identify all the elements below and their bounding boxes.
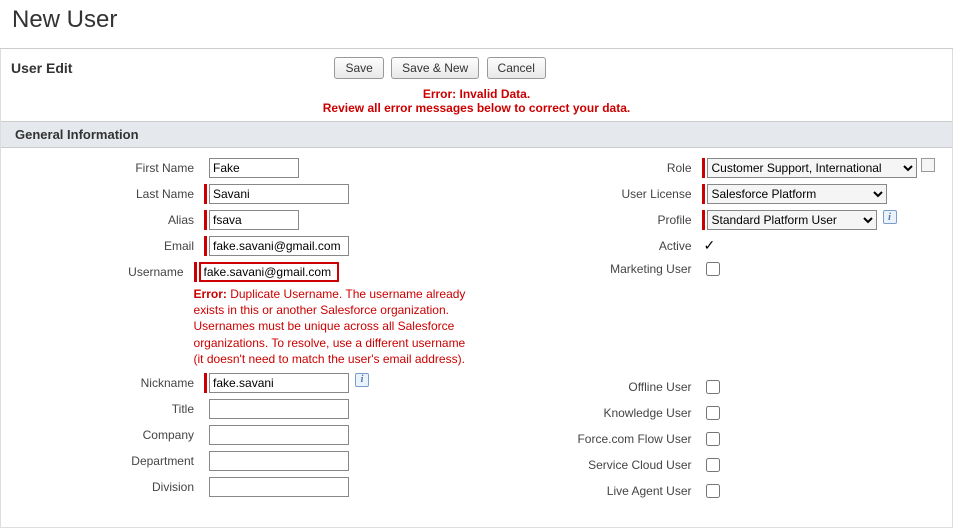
department-input[interactable] (209, 451, 349, 471)
last-name-label: Last Name (9, 184, 204, 201)
page-title: New User (0, 0, 953, 49)
section-general-info: General Information (1, 121, 952, 148)
required-bar (194, 262, 197, 282)
save-new-button[interactable]: Save & New (391, 57, 479, 79)
knowledge-user-checkbox[interactable] (706, 406, 720, 420)
liveagent-user-label: Live Agent User (477, 481, 702, 498)
lookup-icon[interactable] (921, 158, 935, 172)
email-input[interactable] (209, 236, 349, 256)
first-name-input[interactable] (209, 158, 299, 178)
required-bar (204, 373, 207, 393)
error-banner: Error: Invalid Data. Review all error me… (1, 85, 952, 121)
license-label: User License (477, 184, 702, 201)
company-input[interactable] (209, 425, 349, 445)
username-input[interactable] (199, 262, 339, 282)
flow-user-label: Force.com Flow User (477, 429, 702, 446)
knowledge-user-label: Knowledge User (477, 403, 702, 420)
flow-user-checkbox[interactable] (706, 432, 720, 446)
profile-label: Profile (477, 210, 702, 227)
service-user-label: Service Cloud User (477, 455, 702, 472)
last-name-input[interactable] (209, 184, 349, 204)
offline-user-label: Offline User (477, 377, 702, 394)
check-icon: ✓ (702, 236, 716, 252)
info-icon[interactable]: i (355, 373, 369, 387)
required-bar (702, 184, 705, 204)
alias-input[interactable] (209, 210, 299, 230)
nickname-label: Nickname (9, 373, 204, 390)
first-name-label: First Name (9, 158, 204, 175)
required-bar (702, 158, 705, 178)
department-label: Department (9, 451, 204, 468)
username-error: Error: Duplicate Username. The username … (194, 282, 477, 367)
save-button[interactable]: Save (334, 57, 383, 79)
email-label: Email (9, 236, 204, 253)
license-select[interactable]: Salesforce Platform (707, 184, 887, 204)
role-select[interactable]: Customer Support, International (707, 158, 917, 178)
required-bar (204, 184, 207, 204)
nickname-input[interactable] (209, 373, 349, 393)
division-label: Division (9, 477, 204, 494)
division-input[interactable] (209, 477, 349, 497)
cancel-button[interactable]: Cancel (487, 57, 546, 79)
profile-select[interactable]: Standard Platform User (707, 210, 877, 230)
panel-title: User Edit (11, 60, 72, 76)
required-bar (702, 210, 705, 230)
title-label: Title (9, 399, 204, 416)
error-line1: Error: Invalid Data. (1, 87, 952, 101)
username-label: Username (9, 262, 194, 279)
company-label: Company (9, 425, 204, 442)
offline-user-checkbox[interactable] (706, 380, 720, 394)
service-user-checkbox[interactable] (706, 458, 720, 472)
right-column: Role Customer Support, International Use… (477, 158, 945, 507)
error-line2: Review all error messages below to corre… (1, 101, 952, 115)
required-bar (204, 210, 207, 230)
required-bar (204, 236, 207, 256)
role-label: Role (477, 158, 702, 175)
user-edit-panel: User Edit Save Save & New Cancel Error: … (0, 49, 953, 528)
active-label: Active (477, 236, 702, 253)
title-input[interactable] (209, 399, 349, 419)
liveagent-user-checkbox[interactable] (706, 484, 720, 498)
marketing-user-checkbox[interactable] (706, 262, 720, 276)
info-icon[interactable]: i (883, 210, 897, 224)
marketing-user-label: Marketing User (477, 259, 702, 276)
left-column: First Name Last Name Alias (9, 158, 477, 507)
alias-label: Alias (9, 210, 204, 227)
